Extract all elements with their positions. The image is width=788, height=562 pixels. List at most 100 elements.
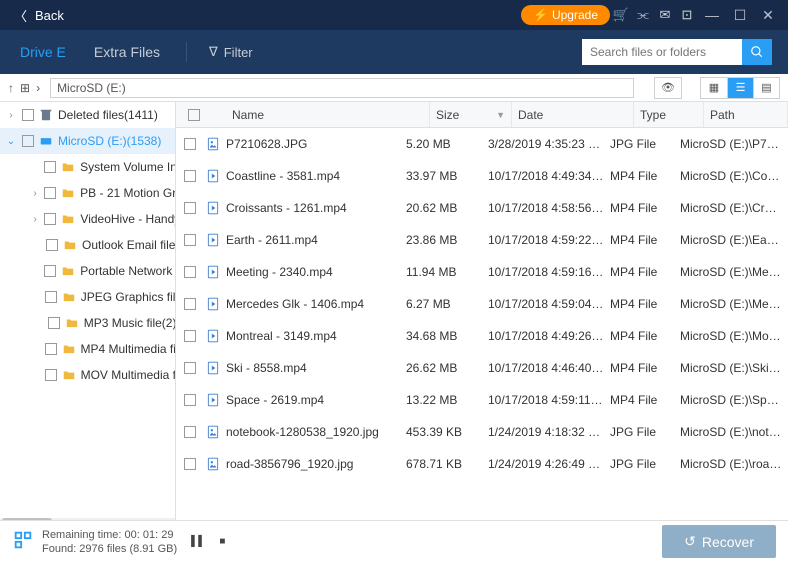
checkbox[interactable] [184, 458, 196, 470]
cell-type: MP4 File [610, 361, 680, 375]
checkbox[interactable] [48, 317, 60, 329]
file-row[interactable]: road-3856796_1920.jpg678.71 KB1/24/2019 … [176, 448, 788, 480]
filter-button[interactable]: ∇ Filter [209, 44, 253, 60]
expand-icon[interactable]: › [4, 110, 18, 121]
upgrade-button[interactable]: ⚡ Upgrade [521, 5, 610, 25]
checkbox[interactable] [184, 426, 196, 438]
list-view-button[interactable]: ☰ [727, 78, 753, 98]
sort-desc-icon: ▼ [496, 110, 505, 120]
expand-icon[interactable]: › [30, 214, 40, 225]
feedback-icon[interactable]: ✉ [654, 7, 676, 23]
close-button[interactable]: ✕ [754, 7, 782, 24]
share-icon[interactable]: ⫘ [632, 7, 654, 23]
cell-date: 3/28/2019 4:35:23 … [488, 137, 610, 151]
menu-icon[interactable]: ⊡ [676, 7, 698, 23]
cart-icon[interactable]: 🛒 [610, 7, 632, 23]
cell-size: 26.62 MB [406, 361, 488, 375]
file-row[interactable]: Montreal - 3149.mp434.68 MB10/17/2018 4:… [176, 320, 788, 352]
col-size[interactable]: Size▼ [430, 102, 512, 127]
checkbox[interactable] [184, 330, 196, 342]
tab-drive[interactable]: Drive E [16, 32, 70, 72]
preview-toggle[interactable]: 👁 [655, 78, 681, 98]
checkbox[interactable] [44, 213, 56, 225]
tab-extra-files[interactable]: Extra Files [90, 32, 164, 72]
col-type[interactable]: Type [634, 102, 704, 127]
scan-status: Remaining time: 00: 01: 29 Found: 2976 f… [42, 528, 177, 556]
checkbox[interactable] [45, 369, 57, 381]
tree-child[interactable]: ›VideoHive - Handy Tran [0, 206, 175, 232]
select-all-checkbox[interactable] [188, 109, 200, 121]
checkbox[interactable] [44, 187, 56, 199]
cell-name: notebook-1280538_1920.jpg [226, 425, 406, 439]
file-row[interactable]: notebook-1280538_1920.jpg453.39 KB1/24/2… [176, 416, 788, 448]
back-button[interactable]: 〈 Back [6, 6, 72, 25]
col-date[interactable]: Date [512, 102, 634, 127]
search-button[interactable] [742, 39, 772, 65]
checkbox[interactable] [184, 138, 196, 150]
file-row[interactable]: Space - 2619.mp413.22 MB10/17/2018 4:59:… [176, 384, 788, 416]
cell-path: MicroSD (E:)\road-3… [680, 457, 788, 471]
checkbox[interactable] [22, 109, 34, 121]
sidebar-scrollbar[interactable] [0, 518, 175, 520]
tree-child[interactable]: Outlook Email file(1) [0, 232, 175, 258]
file-row[interactable]: Meeting - 2340.mp411.94 MB10/17/2018 4:5… [176, 256, 788, 288]
checkbox[interactable] [22, 135, 34, 147]
tree-child[interactable]: MOV Multimedia file(23 [0, 362, 175, 388]
checkbox[interactable] [184, 266, 196, 278]
cell-size: 5.20 MB [406, 137, 488, 151]
checkbox[interactable] [46, 239, 58, 251]
file-row[interactable]: P7210628.JPG5.20 MB3/28/2019 4:35:23 …JP… [176, 128, 788, 160]
grid-view-button[interactable]: ▦ [701, 78, 727, 98]
up-button[interactable]: ↑ [8, 81, 14, 95]
cell-name: Earth - 2611.mp4 [226, 233, 406, 247]
checkbox[interactable] [184, 202, 196, 214]
detail-view-button[interactable]: ▤ [753, 78, 779, 98]
tree-child[interactable]: ›PB - 21 Motion Graphics [0, 180, 175, 206]
checkbox[interactable] [184, 298, 196, 310]
file-row[interactable]: Croissants - 1261.mp420.62 MB10/17/2018 … [176, 192, 788, 224]
minimize-button[interactable]: — [698, 7, 726, 23]
recover-label: Recover [702, 534, 754, 550]
tree-child[interactable]: MP4 Multimedia file(18) [0, 336, 175, 362]
tree-deleted-files[interactable]: › Deleted files(1411) [0, 102, 175, 128]
tree-microsd[interactable]: ⌄ MicroSD (E:)(1538) [0, 128, 175, 154]
recover-button[interactable]: ↺ Recover [662, 525, 776, 558]
computer-icon[interactable]: ⊞ [20, 81, 30, 95]
cell-date: 10/17/2018 4:59:22… [488, 233, 610, 247]
expand-icon[interactable]: › [30, 188, 40, 199]
col-name[interactable]: Name [204, 102, 430, 127]
checkbox[interactable] [44, 265, 56, 277]
path-field[interactable]: MicroSD (E:) [50, 78, 634, 98]
collapse-icon[interactable]: ⌄ [4, 136, 18, 147]
checkbox[interactable] [184, 362, 196, 374]
checkbox[interactable] [45, 291, 57, 303]
file-row[interactable]: Ski - 8558.mp426.62 MB10/17/2018 4:46:40… [176, 352, 788, 384]
folder-icon [62, 238, 78, 252]
file-row[interactable]: Coastline - 3581.mp433.97 MB10/17/2018 4… [176, 160, 788, 192]
col-path[interactable]: Path [704, 102, 788, 127]
search-input[interactable] [582, 39, 742, 65]
tree-child[interactable]: System Volume Informat [0, 154, 175, 180]
tree-child[interactable]: Portable Network Graph [0, 258, 175, 284]
checkbox[interactable] [45, 343, 57, 355]
maximize-button[interactable]: ☐ [726, 7, 754, 24]
cell-date: 10/17/2018 4:59:16… [488, 265, 610, 279]
file-row[interactable]: Mercedes Glk - 1406.mp46.27 MB10/17/2018… [176, 288, 788, 320]
cell-path: MicroSD (E:)\Earth -… [680, 233, 788, 247]
cell-name: Montreal - 3149.mp4 [226, 329, 406, 343]
trash-icon [38, 108, 54, 122]
stop-button[interactable]: ■ [219, 536, 225, 547]
cell-type: MP4 File [610, 297, 680, 311]
tree-child[interactable]: MP3 Music file(2) [0, 310, 175, 336]
cell-type: MP4 File [610, 265, 680, 279]
layout-toggle: ▦ ☰ ▤ [700, 77, 780, 99]
file-row[interactable]: Earth - 2611.mp423.86 MB10/17/2018 4:59:… [176, 224, 788, 256]
checkbox[interactable] [184, 394, 196, 406]
checkbox[interactable] [44, 161, 56, 173]
checkbox[interactable] [184, 170, 196, 182]
tree-child[interactable]: JPEG Graphics file(16) [0, 284, 175, 310]
cell-type: MP4 File [610, 393, 680, 407]
video-file-icon [206, 233, 220, 247]
pause-button[interactable]: ▌▌ [191, 536, 205, 547]
checkbox[interactable] [184, 234, 196, 246]
